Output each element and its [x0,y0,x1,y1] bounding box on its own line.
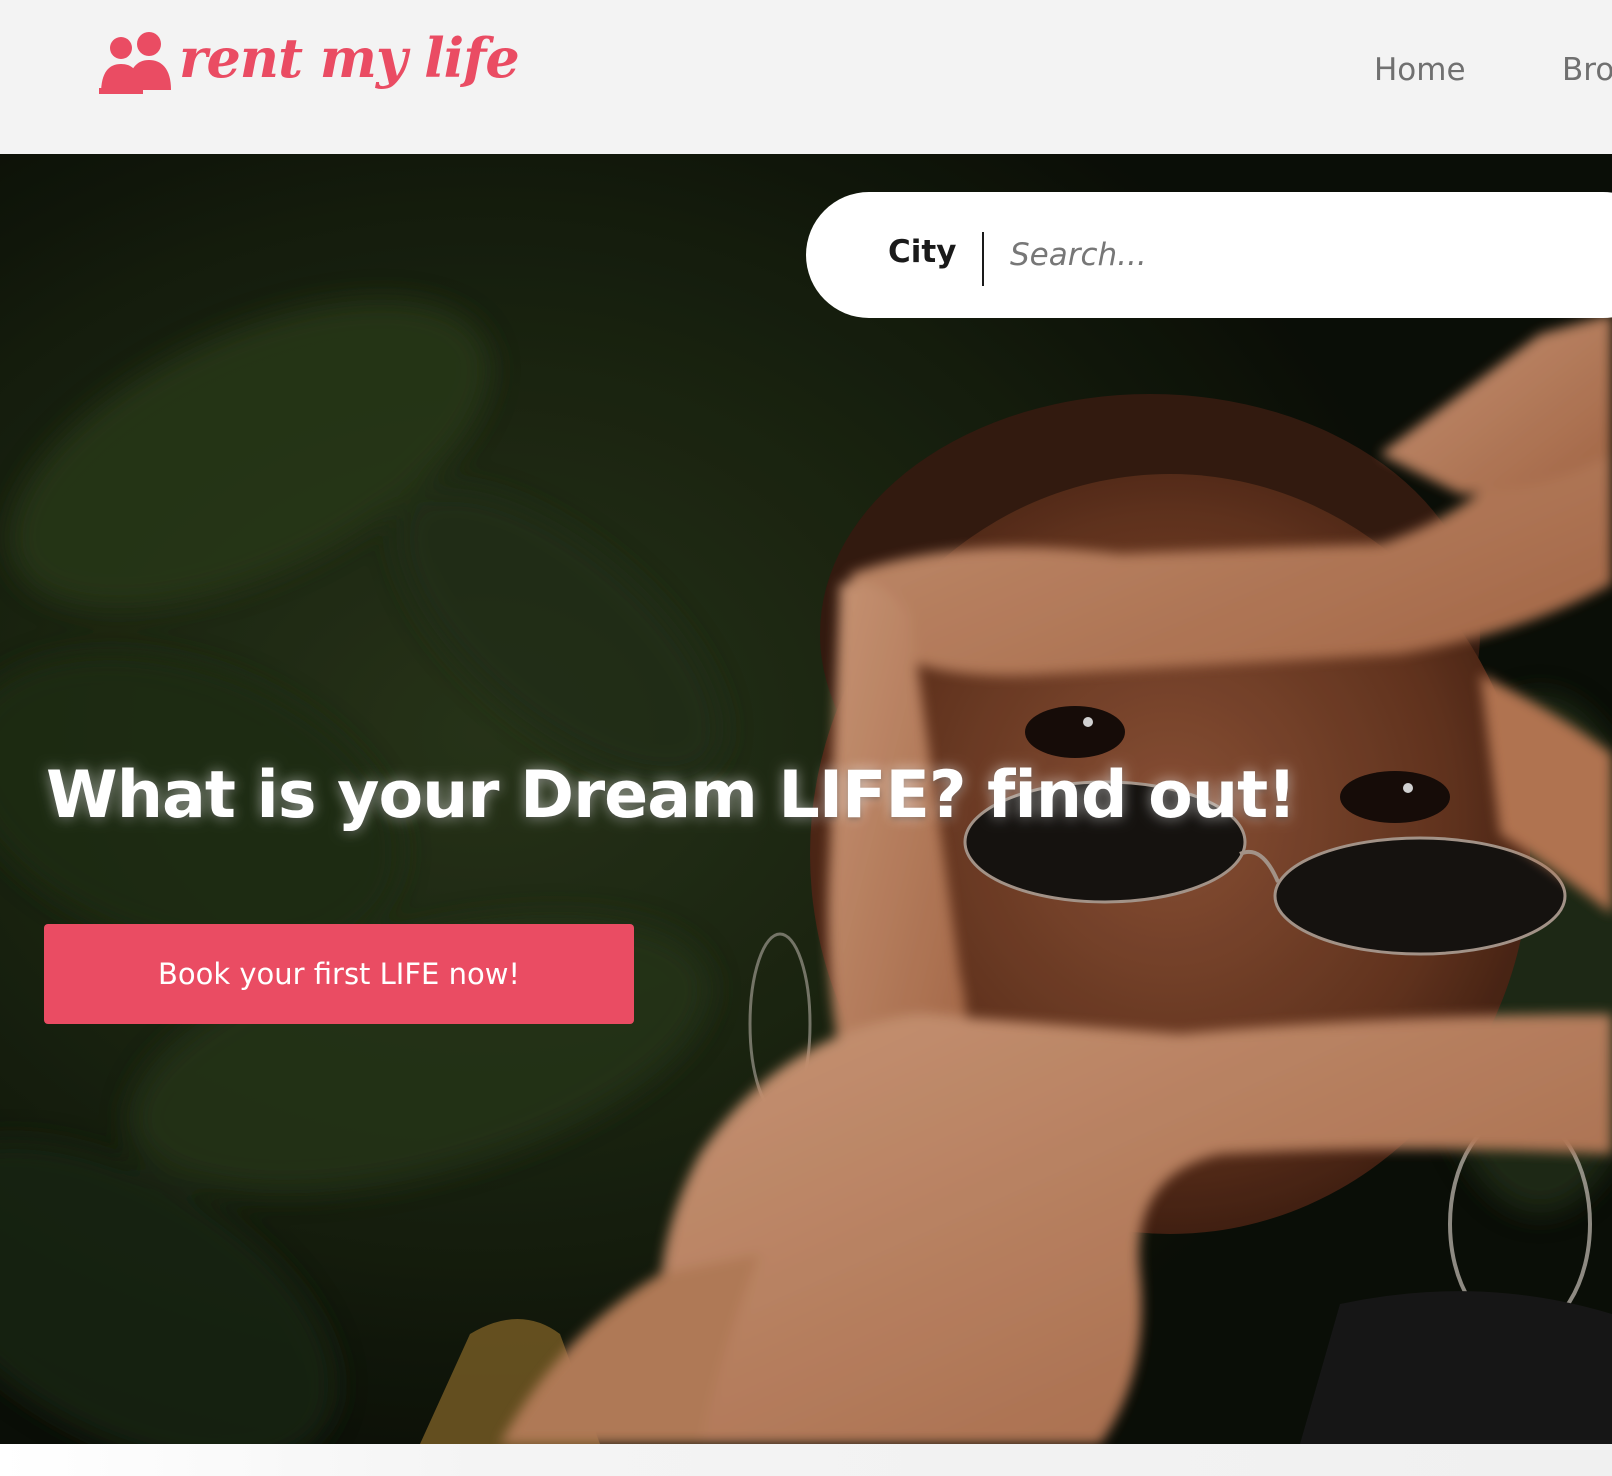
nav-browse[interactable]: Bro [1562,52,1612,88]
hero-headline: What is your Dream LIFE? find out! [46,758,1297,833]
logo[interactable]: rent my life [97,26,520,96]
search-category-label[interactable]: City [888,234,956,270]
search-input[interactable] [1006,222,1566,288]
nav-home[interactable]: Home [1374,52,1466,88]
people-icon [99,32,171,94]
search-bar: City [806,192,1612,318]
page-bottom-strip [0,1444,1612,1476]
book-life-button[interactable]: Book your first LIFE now! [44,924,634,1024]
logo-text: rent my life [179,26,520,90]
search-divider [982,232,984,286]
hero-section: City What is your Dream LIFE? find out! … [0,154,1612,1444]
site-header: rent my life Home Bro [0,0,1612,154]
